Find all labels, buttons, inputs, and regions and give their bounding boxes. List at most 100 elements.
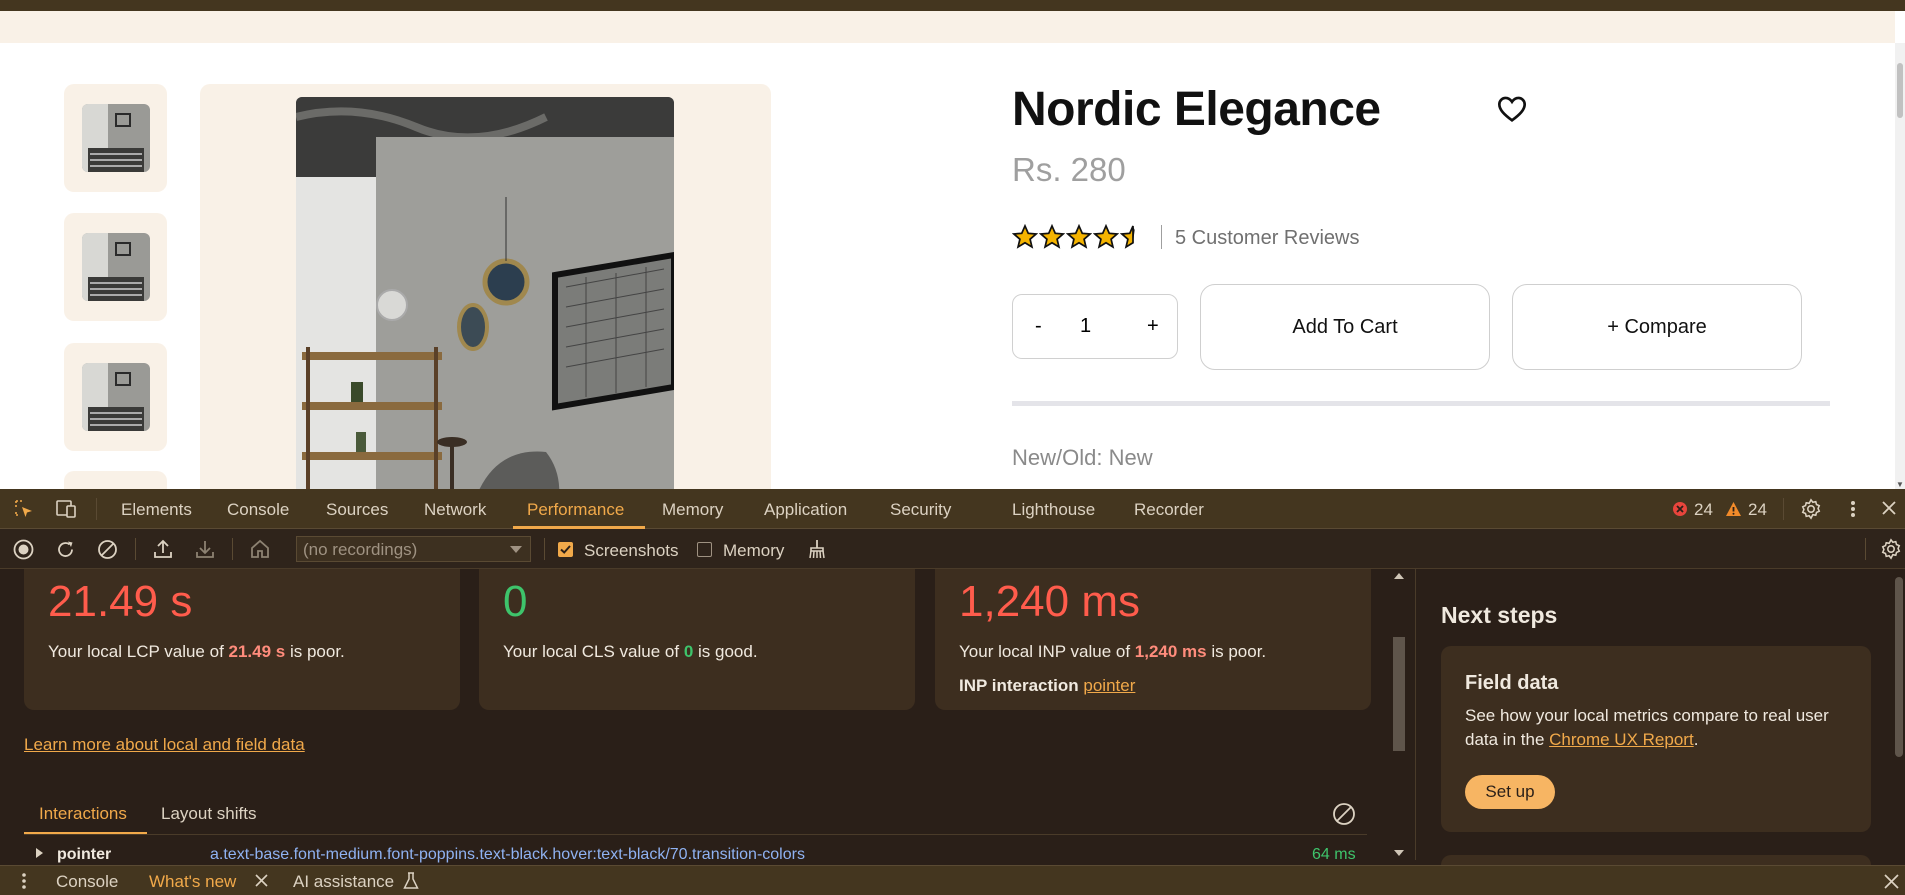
upload-icon[interactable] <box>153 538 173 565</box>
tab-application[interactable]: Application <box>764 500 847 520</box>
close-drawer-icon[interactable] <box>1884 874 1899 894</box>
devtools-panel: Elements Console Sources Network Perform… <box>0 489 1905 895</box>
star-half-icon <box>1120 225 1135 249</box>
inp-desc-prefix: Your local INP value of <box>959 642 1135 661</box>
reload-icon[interactable] <box>55 539 76 565</box>
quantity-minus-button[interactable]: - <box>1035 315 1042 338</box>
home-icon[interactable] <box>249 538 271 565</box>
download-icon[interactable] <box>195 538 215 565</box>
settings-icon[interactable] <box>1800 498 1822 525</box>
page-scrollbar-thumb[interactable] <box>1897 63 1903 118</box>
scroll-down-icon[interactable] <box>1394 850 1404 856</box>
screenshots-checkbox[interactable] <box>558 542 573 557</box>
customer-reviews-link[interactable]: 5 Customer Reviews <box>1175 227 1360 250</box>
product-thumbnail[interactable] <box>64 343 167 451</box>
warning-icon[interactable] <box>1725 501 1742 522</box>
lcp-value: 21.49 s <box>48 577 193 626</box>
add-to-cart-button[interactable]: Add To Cart <box>1200 284 1490 370</box>
error-count[interactable]: 24 <box>1694 500 1713 520</box>
tab-network[interactable]: Network <box>424 500 486 520</box>
product-thumbnail[interactable] <box>64 84 167 192</box>
screenshots-label[interactable]: Screenshots <box>584 541 679 561</box>
interaction-selector[interactable]: a.text-base.font-medium.font-poppins.tex… <box>210 846 805 864</box>
sidebar-scrollbar-thumb[interactable] <box>1895 577 1903 757</box>
metrics-scrollbar-thumb[interactable] <box>1393 637 1405 751</box>
tab-separator <box>1783 498 1784 520</box>
interaction-row[interactable]: pointer a.text-base.font-medium.font-pop… <box>24 846 1367 864</box>
condition-label: New/Old: New <box>1012 445 1153 470</box>
tab-console[interactable]: Console <box>227 500 289 520</box>
product-thumbnail[interactable] <box>64 471 167 489</box>
metrics-scrollbar[interactable] <box>1393 569 1405 860</box>
recordings-select[interactable]: (no recordings) <box>296 536 531 562</box>
lcp-desc-value: 21.49 s <box>228 642 286 661</box>
close-tab-icon[interactable] <box>255 874 268 892</box>
compare-button[interactable]: + Compare <box>1512 284 1802 370</box>
inp-desc-value: 1,240 ms <box>1134 642 1207 661</box>
thumbnail-image <box>81 104 150 172</box>
scroll-up-icon[interactable] <box>1394 573 1404 579</box>
inp-desc-suffix: is poor. <box>1206 642 1267 661</box>
subtab-layout-shifts[interactable]: Layout shifts <box>161 804 256 824</box>
toolbar-separator <box>544 538 545 560</box>
page-scrollbar[interactable]: ▼ <box>1895 43 1905 489</box>
drawer-tab-whats-new[interactable]: What's new <box>149 872 236 892</box>
devtools-tab-bar: Elements Console Sources Network Perform… <box>0 489 1905 529</box>
broom-icon[interactable] <box>806 538 828 565</box>
kebab-menu-icon[interactable] <box>1849 499 1857 524</box>
quantity-value[interactable]: 1 <box>1080 315 1091 338</box>
site-header-bar <box>0 0 1905 11</box>
product-title: Nordic Elegance <box>1012 83 1381 136</box>
close-devtools-icon[interactable] <box>1881 500 1897 521</box>
expand-arrow-icon[interactable] <box>36 848 43 858</box>
capture-settings-icon[interactable] <box>1880 538 1902 565</box>
inspect-icon[interactable] <box>14 499 34 524</box>
breadcrumb-strip <box>0 11 1895 43</box>
tab-recorder[interactable]: Recorder <box>1134 500 1204 520</box>
device-toolbar-icon[interactable] <box>55 499 77 524</box>
toolbar-separator <box>135 538 136 560</box>
heart-icon[interactable] <box>1496 93 1528 125</box>
field-data-end: . <box>1693 730 1699 749</box>
clear-interactions-icon[interactable] <box>1332 802 1356 831</box>
memory-checkbox[interactable] <box>697 542 712 557</box>
rating-stars <box>1012 224 1146 250</box>
drawer-menu-icon[interactable] <box>21 872 27 895</box>
tab-performance[interactable]: Performance <box>527 500 624 520</box>
star-icon <box>1039 224 1065 249</box>
cls-description: Your local CLS value of 0 is good. <box>503 642 758 662</box>
warning-count[interactable]: 24 <box>1748 500 1767 520</box>
cls-desc-value: 0 <box>683 642 694 661</box>
product-thumbnail[interactable] <box>64 213 167 321</box>
tab-sources[interactable]: Sources <box>326 500 388 520</box>
tab-lighthouse[interactable]: Lighthouse <box>1012 500 1095 520</box>
learn-more-link[interactable]: Learn more about local and field data <box>24 735 305 755</box>
thumbnail-image <box>81 233 150 301</box>
next-card <box>1441 855 1871 865</box>
section-divider <box>1012 401 1830 406</box>
memory-label[interactable]: Memory <box>723 541 784 561</box>
tab-security[interactable]: Security <box>890 500 951 520</box>
inp-interaction-link[interactable]: pointer <box>1083 676 1135 695</box>
tab-memory[interactable]: Memory <box>662 500 723 520</box>
cls-metric-card: 0 Your local CLS value of 0 is good. <box>479 569 915 710</box>
set-up-button[interactable]: Set up <box>1465 775 1555 809</box>
product-main-image <box>296 97 674 489</box>
main-image-card <box>200 84 771 489</box>
drawer-tab-ai-assistance[interactable]: AI assistance <box>293 872 394 892</box>
tab-separator <box>96 498 97 520</box>
interaction-type: pointer <box>57 846 112 863</box>
scroll-down-icon[interactable]: ▼ <box>1896 480 1904 489</box>
tab-elements[interactable]: Elements <box>121 500 192 520</box>
subtab-interactions[interactable]: Interactions <box>39 804 127 824</box>
chrome-ux-report-link[interactable]: Chrome UX Report <box>1549 730 1694 749</box>
quantity-plus-button[interactable]: + <box>1147 315 1159 338</box>
record-icon[interactable] <box>13 539 34 565</box>
drawer-tab-console[interactable]: Console <box>56 872 118 892</box>
lcp-desc-suffix: is poor. <box>285 642 345 661</box>
sidebar-scrollbar[interactable] <box>1893 569 1905 860</box>
inp-description: Your local INP value of 1,240 ms is poor… <box>959 642 1266 662</box>
error-icon[interactable] <box>1672 501 1688 522</box>
clear-icon[interactable] <box>97 539 118 565</box>
sidebar-divider <box>1415 569 1416 860</box>
